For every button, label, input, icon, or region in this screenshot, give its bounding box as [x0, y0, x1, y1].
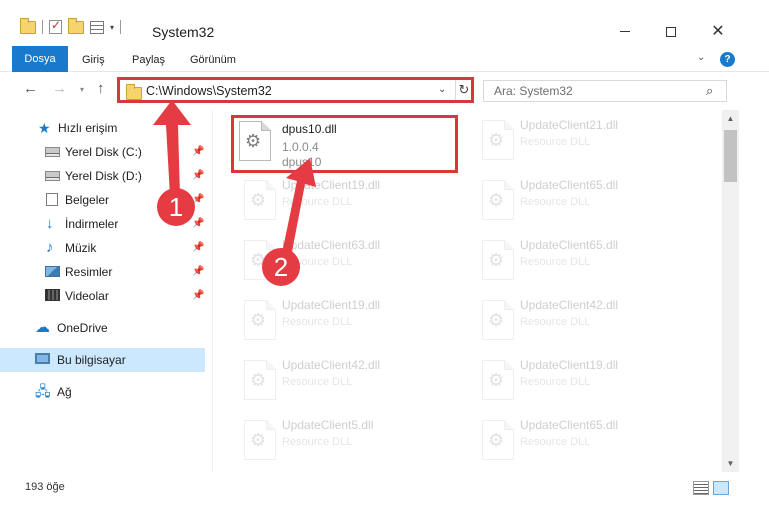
annotation-arrows [153, 100, 316, 262]
callout-badge-1: 1 [157, 188, 195, 226]
arrow-2 [281, 158, 316, 262]
arrow-1 [153, 100, 191, 196]
callout-badge-2: 2 [262, 248, 300, 286]
